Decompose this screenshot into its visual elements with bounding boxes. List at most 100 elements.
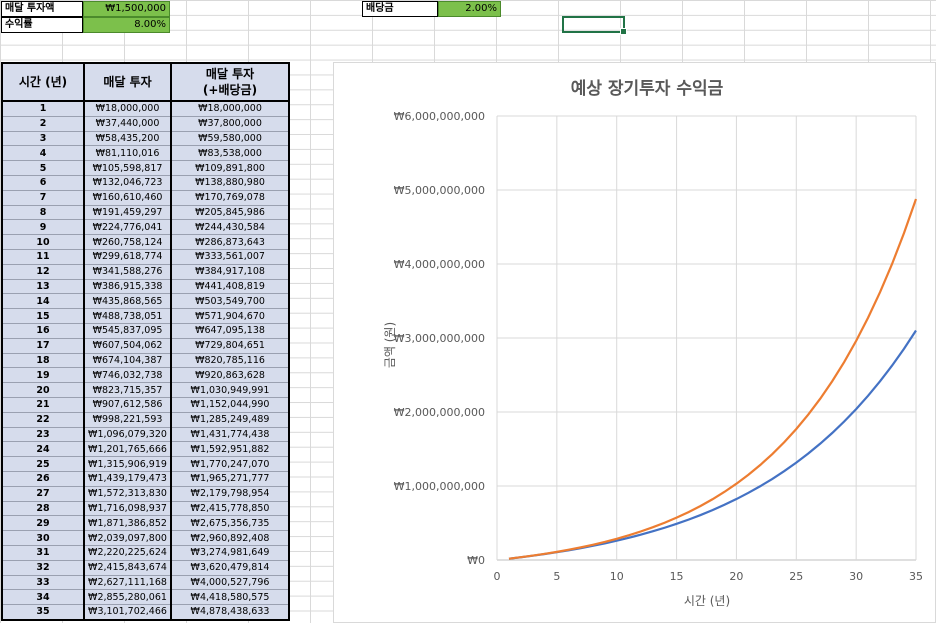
dividend-cell[interactable]: ₩4,878,438,633 [170,604,290,621]
year-cell[interactable]: 25 [1,456,85,472]
year-cell[interactable]: 18 [1,353,85,369]
dividend-cell[interactable]: ₩441,408,819 [170,279,290,295]
investment-cell[interactable]: ₩260,758,124 [83,234,172,250]
dividend-cell[interactable]: ₩1,592,951,882 [170,441,290,458]
dividend-cell[interactable]: ₩820,785,116 [170,353,290,369]
investment-cell[interactable]: ₩1,201,765,666 [83,441,172,458]
investment-cell[interactable]: ₩746,032,738 [83,367,172,384]
investment-cell[interactable]: ₩823,715,357 [83,382,172,398]
dividend-cell[interactable]: ₩1,030,949,991 [170,382,290,398]
year-cell[interactable]: 1 [1,101,85,117]
investment-cell[interactable]: ₩2,415,843,674 [83,560,172,576]
year-cell[interactable]: 12 [1,264,85,280]
year-cell[interactable]: 10 [1,234,85,250]
year-cell[interactable]: 26 [1,471,85,487]
year-cell[interactable]: 24 [1,441,85,458]
dividend-cell[interactable]: ₩286,873,643 [170,234,290,250]
investment-cell[interactable]: ₩907,612,586 [83,397,172,413]
rate-value[interactable]: 8.00% [83,17,170,33]
monthly-investment-value[interactable]: ₩1,500,000 [83,1,170,17]
investment-cell[interactable]: ₩2,220,225,624 [83,545,172,561]
year-cell[interactable]: 31 [1,545,85,561]
investment-cell[interactable]: ₩2,627,111,168 [83,575,172,591]
investment-cell[interactable]: ₩132,046,723 [83,175,172,191]
year-cell[interactable]: 35 [1,604,85,621]
year-cell[interactable]: 3 [1,131,85,147]
investment-cell[interactable]: ₩2,039,097,800 [83,530,172,546]
dividend-cell[interactable]: ₩503,549,700 [170,293,290,310]
year-cell[interactable]: 17 [1,338,85,354]
investment-cell[interactable]: ₩58,435,200 [83,131,172,147]
investment-cell[interactable]: ₩607,504,062 [83,338,172,354]
investment-cell[interactable]: ₩37,440,000 [83,116,172,132]
dividend-cell[interactable]: ₩729,804,651 [170,338,290,354]
dividend-cell[interactable]: ₩244,430,584 [170,219,290,236]
year-cell[interactable]: 8 [1,205,85,221]
investment-cell[interactable]: ₩674,104,387 [83,353,172,369]
dividend-cell[interactable]: ₩18,000,000 [170,101,290,117]
investment-cell[interactable]: ₩435,868,565 [83,293,172,310]
investment-cell[interactable]: ₩18,000,000 [83,101,172,117]
dividend-cell[interactable]: ₩1,152,044,990 [170,397,290,413]
selected-cell[interactable] [562,16,627,35]
dividend-cell[interactable]: ₩205,845,986 [170,205,290,221]
year-cell[interactable]: 6 [1,175,85,191]
year-cell[interactable]: 29 [1,515,85,532]
dividend-cell[interactable]: ₩333,561,007 [170,249,290,265]
investment-cell[interactable]: ₩488,738,051 [83,308,172,324]
year-cell[interactable]: 32 [1,560,85,576]
year-cell[interactable]: 2 [1,116,85,132]
year-cell[interactable]: 33 [1,575,85,591]
dividend-cell[interactable]: ₩2,960,892,408 [170,530,290,546]
year-cell[interactable]: 34 [1,589,85,606]
investment-cell[interactable]: ₩1,315,906,919 [83,456,172,472]
year-cell[interactable]: 19 [1,367,85,384]
dividend-cell[interactable]: ₩138,880,980 [170,175,290,191]
investment-cell[interactable]: ₩2,855,280,061 [83,589,172,606]
dividend-cell[interactable]: ₩37,800,000 [170,116,290,132]
dividend-cell[interactable]: ₩170,769,078 [170,190,290,206]
investment-cell[interactable]: ₩1,716,098,937 [83,501,172,517]
investment-cell[interactable]: ₩81,110,016 [83,145,172,162]
dividend-cell[interactable]: ₩2,179,798,954 [170,486,290,502]
investment-cell[interactable]: ₩1,871,386,852 [83,515,172,532]
dividend-cell[interactable]: ₩571,904,670 [170,308,290,324]
investment-cell[interactable]: ₩1,439,179,473 [83,471,172,487]
year-cell[interactable]: 5 [1,160,85,176]
year-cell[interactable]: 23 [1,427,85,443]
investment-cell[interactable]: ₩1,572,313,830 [83,486,172,502]
investment-cell[interactable]: ₩1,096,079,320 [83,427,172,443]
investment-cell[interactable]: ₩341,588,276 [83,264,172,280]
dividend-cell[interactable]: ₩920,863,628 [170,367,290,384]
investment-cell[interactable]: ₩386,915,338 [83,279,172,295]
year-cell[interactable]: 7 [1,190,85,206]
year-cell[interactable]: 20 [1,382,85,398]
dividend-cell[interactable]: ₩1,965,271,777 [170,471,290,487]
year-cell[interactable]: 28 [1,501,85,517]
year-cell[interactable]: 9 [1,219,85,236]
year-cell[interactable]: 16 [1,323,85,339]
investment-cell[interactable]: ₩224,776,041 [83,219,172,236]
dividend-cell[interactable]: ₩4,000,527,796 [170,575,290,591]
dividend-cell[interactable]: ₩1,431,774,438 [170,427,290,443]
chart-area[interactable]: 예상 장기투자 수익금 ₩0 ₩1,000,000,000 ₩2,000,000,0… [333,62,936,623]
investment-cell[interactable]: ₩160,610,460 [83,190,172,206]
dividend-cell[interactable]: ₩59,580,000 [170,131,290,147]
dividend-cell[interactable]: ₩3,620,479,814 [170,560,290,576]
year-cell[interactable]: 22 [1,412,85,428]
year-cell[interactable]: 21 [1,397,85,413]
investment-cell[interactable]: ₩3,101,702,466 [83,604,172,621]
dividend-cell[interactable]: ₩3,274,981,649 [170,545,290,561]
year-cell[interactable]: 27 [1,486,85,502]
investment-cell[interactable]: ₩299,618,774 [83,249,172,265]
investment-cell[interactable]: ₩105,598,817 [83,160,172,176]
dividend-cell[interactable]: ₩2,675,356,735 [170,515,290,532]
dividend-cell[interactable]: ₩2,415,778,850 [170,501,290,517]
investment-cell[interactable]: ₩545,837,095 [83,323,172,339]
dividend-cell[interactable]: ₩647,095,138 [170,323,290,339]
dividend-cell[interactable]: ₩1,770,247,070 [170,456,290,472]
year-cell[interactable]: 13 [1,279,85,295]
dividend-cell[interactable]: ₩1,285,249,489 [170,412,290,428]
investment-cell[interactable]: ₩998,221,593 [83,412,172,428]
year-cell[interactable]: 11 [1,249,85,265]
